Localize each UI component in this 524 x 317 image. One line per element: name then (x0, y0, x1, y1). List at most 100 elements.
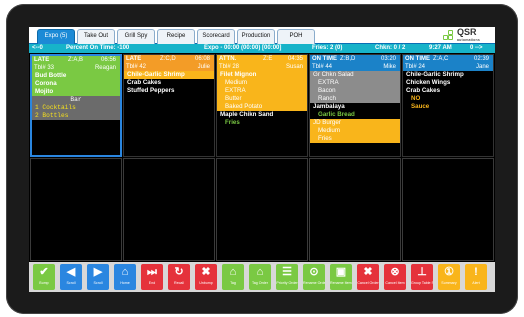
order-ticket[interactable]: LATE Z:A,B 06:56 Tbl# 33 Reagan Bud Bott… (30, 54, 122, 157)
summary-button[interactable]: ① Summary (438, 264, 460, 290)
ticket-modifier[interactable]: Fries (310, 135, 400, 143)
ticket-modifier[interactable]: Medium (217, 79, 307, 87)
ticket-zone: Z:C,D (160, 56, 176, 62)
check-icon: ✔ (39, 266, 49, 278)
ticket-modifier[interactable]: NO (403, 95, 493, 103)
ticket-modifier[interactable]: EXTRA (217, 87, 307, 95)
ticket-timer: 06:08 (194, 56, 210, 62)
ticket-modifier[interactable]: Fries (217, 119, 307, 127)
ticket-item[interactable]: Corona (32, 80, 120, 88)
ticket-zone: Z:B,D (340, 56, 356, 62)
percent-on-time: Percent On Time: -100 (66, 45, 130, 51)
ticket-modifier[interactable]: Medium (310, 127, 400, 135)
ticket-modifier[interactable]: Garlic Bread (310, 111, 400, 119)
order-ticket[interactable]: ATTN. Z:E 04:35 Tbl# 28 Susan Filet Mign… (216, 54, 308, 157)
ticket-item[interactable]: Crab Cakes (124, 79, 214, 87)
end-button[interactable]: ⏭ End (141, 264, 163, 290)
ticket-status: ON TIME (405, 56, 430, 62)
kds-screen: Expo (5) Take Out Grill Spy Recipe Score… (29, 27, 495, 292)
rename-item-button[interactable]: ▣ Rename Item Name (330, 264, 352, 290)
ticket-table: Tbl# 44 (312, 64, 333, 70)
scroll-right-indicator[interactable]: 0 --> (470, 44, 483, 53)
ticket-modifier[interactable]: Bacon (310, 87, 400, 95)
order-ticket[interactable]: ON TIME Z:A,C 02:39 Tbl# 24 Jane Chile-G… (402, 54, 494, 157)
tab-expo[interactable]: Expo (5) (37, 29, 75, 44)
ticket-modifier[interactable]: Butter (217, 95, 307, 103)
rename-icon: ⊙ (309, 266, 319, 278)
cancel-order-button[interactable]: ✖ Cancel Order (357, 264, 379, 290)
ticket-item[interactable]: Crab Cakes (403, 87, 493, 95)
ticket-item[interactable]: Chicken Wings (403, 79, 493, 87)
close-icon: ✖ (201, 266, 211, 278)
ticket-modifier[interactable]: EXTRA (310, 79, 400, 87)
arrow-right-icon: ▶ (93, 266, 103, 278)
tab-poh[interactable]: POH (277, 29, 315, 44)
expo-times: Expo - 00:00 (00:00) [00:00] (204, 45, 282, 51)
ticket-timer: 06:56 (100, 57, 116, 63)
empty-ticket-slot (216, 158, 308, 261)
ticket-header: LATE Z:C,D 06:08 Tbl# 42 Julie (124, 55, 214, 71)
ticket-server: Julie (197, 64, 210, 70)
cancel-item-icon: ⊗ (390, 266, 400, 278)
ticket-table: Tbl# 42 (126, 64, 147, 70)
empty-ticket-slot (123, 158, 215, 261)
order-ticket[interactable]: LATE Z:C,D 06:08 Tbl# 42 Julie Chile-Gar… (123, 54, 215, 157)
cancel-item-button[interactable]: ⊗ Cancel Item (384, 264, 406, 290)
ticket-header: ATTN. Z:E 04:35 Tbl# 28 Susan (217, 55, 307, 71)
ticket-header: ON TIME Z:A,C 02:39 Tbl# 24 Jane (403, 55, 493, 71)
group-icon: ⊥ (417, 266, 427, 278)
ticket-grid: LATE Z:A,B 06:56 Tbl# 33 Reagan Bud Bott… (30, 54, 494, 261)
tab-grill-spy[interactable]: Grill Spy (117, 29, 155, 44)
rename-order-button[interactable]: ⊙ Rename Order (303, 264, 325, 290)
ticket-header: LATE Z:A,B 06:56 Tbl# 33 Reagan (32, 56, 120, 72)
ticket-item[interactable]: Gr Chkn Salad (310, 71, 400, 79)
recall-button[interactable]: ↻ Recall (168, 264, 190, 290)
tab-recipe[interactable]: Recipe (157, 29, 195, 44)
ticket-item[interactable]: Filet Mignon (217, 71, 307, 79)
ticket-timer: 04:35 (287, 56, 303, 62)
home-icon: ⌂ (121, 266, 129, 278)
priority-order-button[interactable]: ☰ Priority Order (276, 264, 298, 290)
empty-ticket-slot (309, 158, 401, 261)
ticket-modifier[interactable]: Sauce (403, 103, 493, 111)
ticket-table: Tbl# 33 (34, 65, 55, 71)
bar-summary-line: 1 Cocktails (32, 104, 120, 112)
ticket-item[interactable]: Maple Chikn Sand (217, 111, 307, 119)
ticket-timer: 03:20 (380, 56, 396, 62)
home-button[interactable]: ⌂ Home (114, 264, 136, 290)
tab-production[interactable]: Production (237, 29, 275, 44)
tab-take-out[interactable]: Take Out (77, 29, 115, 44)
ticket-item[interactable]: JD Burger (310, 119, 400, 127)
bump-button[interactable]: ✔ Bump (33, 264, 55, 290)
empty-ticket-slot (30, 158, 122, 261)
order-ticket[interactable]: ON TIME Z:B,D 03:20 Tbl# 44 Mike Gr Chkn… (309, 54, 401, 157)
scroll-left-indicator[interactable]: <--0 (32, 44, 43, 53)
scroll-right-button[interactable]: ▶ Scroll (87, 264, 109, 290)
logo-subtext: automations (457, 37, 481, 42)
alert-icon: ! (474, 266, 478, 278)
group-table-summary-button[interactable]: ⊥ Group Table Summ (411, 264, 433, 290)
ticket-table: Tbl# 24 (405, 64, 426, 70)
ticket-item[interactable]: Chile-Garlic Shrimp (124, 71, 214, 79)
unbump-button[interactable]: ✖ Unbump (195, 264, 217, 290)
ticket-item[interactable]: Bud Bottle (32, 72, 120, 80)
ticket-item[interactable]: Mojito (32, 88, 120, 96)
ticket-modifier[interactable]: Ranch (310, 95, 400, 103)
ticket-zone: Z:E (263, 56, 273, 62)
ticket-status: ON TIME (312, 56, 337, 62)
tag-icon: ⌂ (229, 266, 237, 278)
tag-order-icon: ⌂ (256, 266, 264, 278)
ticket-server: Mike (383, 64, 396, 70)
ticket-modifier[interactable]: Baked Potato (217, 103, 307, 111)
ticket-table: Tbl# 28 (219, 64, 240, 70)
ticket-item[interactable]: Chile-Garlic Shrimp (403, 71, 493, 79)
empty-ticket-slot (402, 158, 494, 261)
scroll-left-button[interactable]: ◀ Scroll (60, 264, 82, 290)
tab-scorecard[interactable]: Scorecard (197, 29, 235, 44)
tag-button[interactable]: ⌂ Tag (222, 264, 244, 290)
ticket-item[interactable]: Jambalaya (310, 103, 400, 111)
rename-item-icon: ▣ (335, 266, 347, 278)
alert-button[interactable]: ! Alert (465, 264, 487, 290)
tag-order-button[interactable]: ⌂ Tag Order (249, 264, 271, 290)
ticket-item[interactable]: Stuffed Peppers (124, 87, 214, 95)
